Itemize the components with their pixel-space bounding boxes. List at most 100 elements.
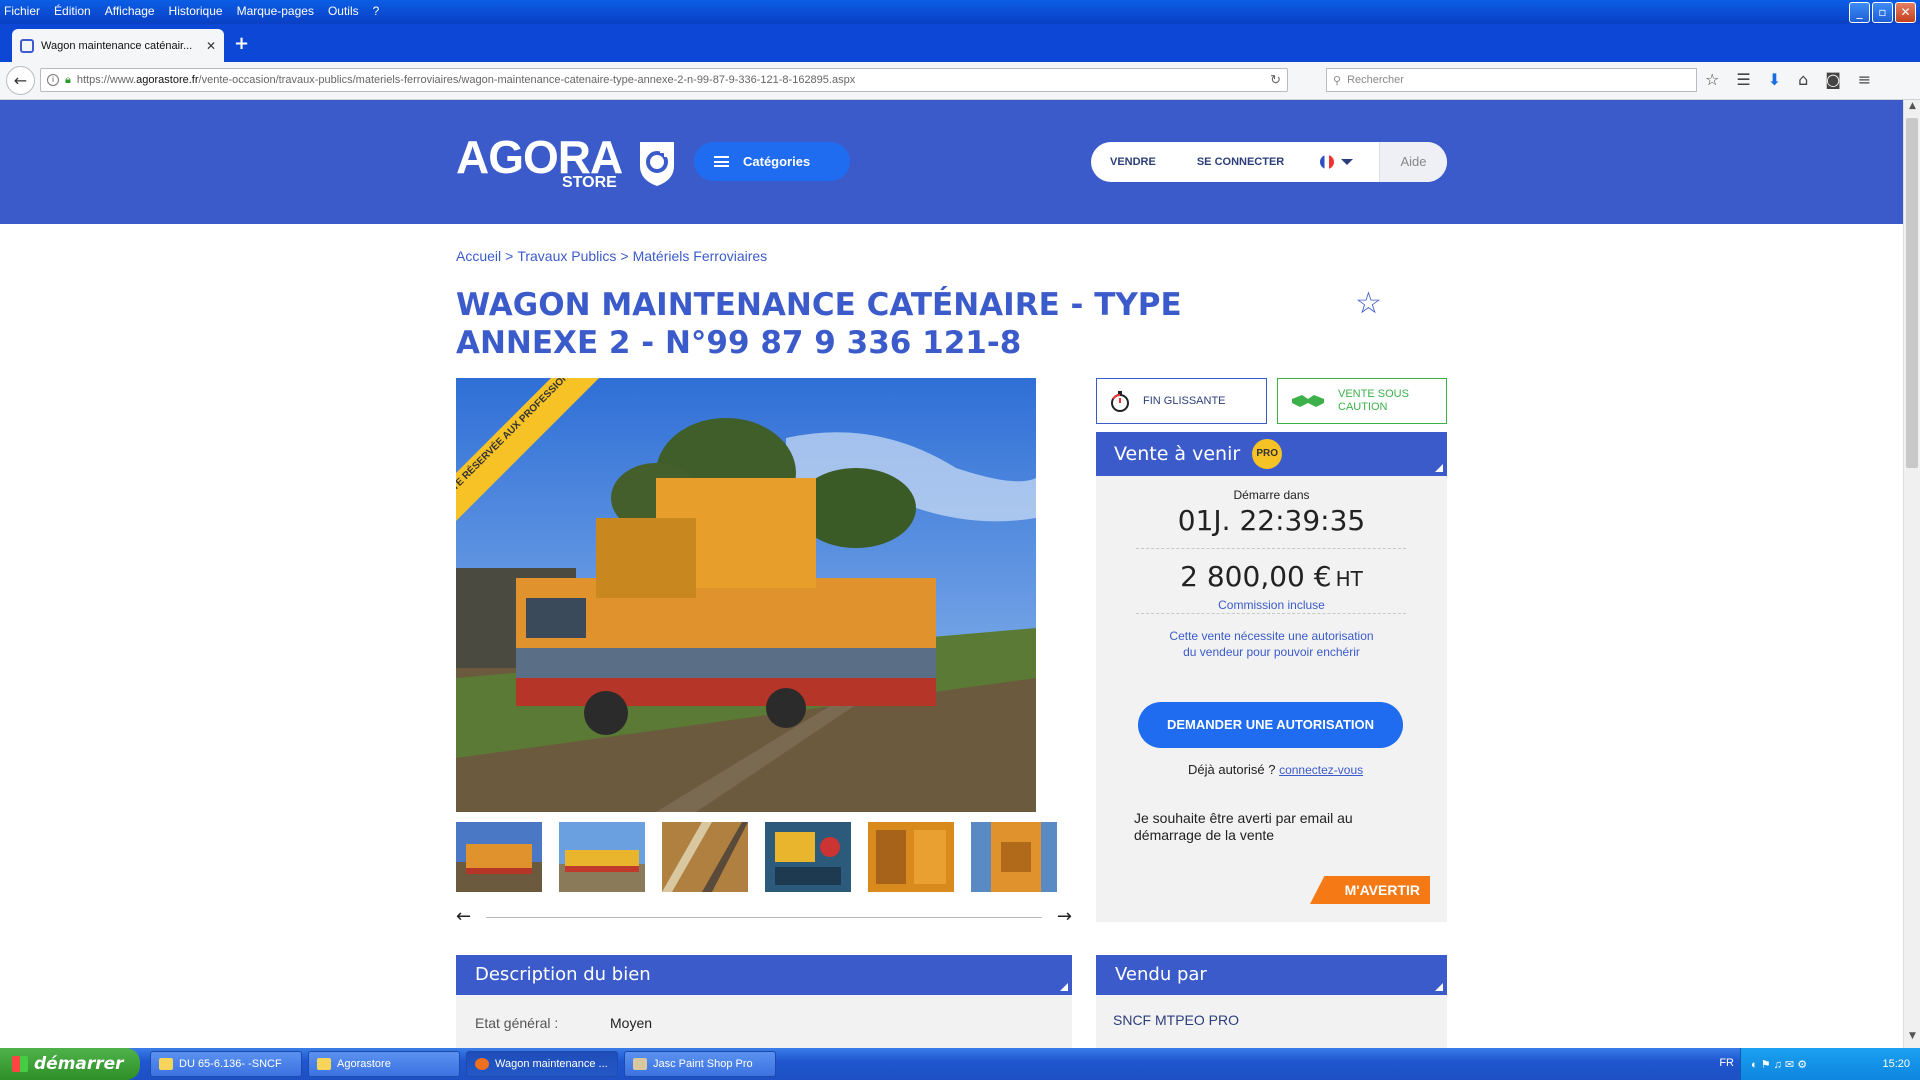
pocket-icon[interactable]: ◙ [1825, 70, 1841, 89]
tray-icons[interactable]: ◐ ⚑ ♫ ✉ ⚙ [1751, 1058, 1807, 1071]
request-authorization-button[interactable]: DEMANDER UNE AUTORISATION [1138, 702, 1403, 748]
categories-button[interactable]: Catégories [694, 142, 850, 181]
language-selector[interactable] [1320, 155, 1354, 169]
paint-shop-icon [633, 1058, 647, 1070]
sale-status-title: Vente à venir [1114, 443, 1241, 465]
maximize-button[interactable]: ▫ [1872, 2, 1893, 23]
tab-agorastore[interactable]: Wagon maintenance caténair... ✕ [12, 29, 224, 62]
fin-glissante-badge: FIN GLISSANTE [1096, 378, 1267, 424]
menu-bar: Fichier Édition Affichage Historique Mar… [4, 4, 379, 18]
menu-affichage[interactable]: Affichage [105, 4, 155, 18]
system-tray: ◐ ⚑ ♫ ✉ ⚙ 15:20 [1740, 1048, 1920, 1080]
countdown-timer: 01J. 22:39:35 [1177, 504, 1366, 537]
scrollbar-thumb[interactable] [1906, 118, 1918, 468]
new-tab-button[interactable]: + [234, 33, 249, 54]
thumbnail[interactable] [765, 822, 851, 892]
scroll-up-icon[interactable]: ▲ [1904, 101, 1920, 117]
chevron-down-icon [1341, 159, 1354, 165]
breadcrumb-materiels-ferroviaires[interactable]: Matériels Ferroviaires [633, 248, 768, 264]
breadcrumb-separator: > [620, 248, 629, 264]
menu-help[interactable]: ? [373, 4, 380, 18]
agora-store-logo[interactable]: AGORA STORE [456, 134, 674, 191]
arrow-right-icon[interactable]: → [1057, 906, 1072, 927]
divider [1136, 548, 1406, 549]
seller-title: Vendu par [1115, 964, 1207, 985]
close-window-button[interactable]: ✕ [1895, 2, 1916, 23]
taskbar-item[interactable]: Jasc Paint Shop Pro [624, 1051, 776, 1077]
firefox-icon [475, 1058, 489, 1070]
window-titlebar: Fichier Édition Affichage Historique Mar… [0, 0, 1920, 24]
download-icon[interactable]: ⬇ [1768, 70, 1781, 89]
clock: 15:20 [1882, 1058, 1910, 1070]
reading-list-icon[interactable]: ☰ [1736, 70, 1750, 89]
seller-header[interactable]: Vendu par [1096, 955, 1447, 995]
taskbar-item-label: Wagon maintenance ... [495, 1058, 608, 1070]
arrow-left-icon[interactable]: ← [456, 906, 471, 927]
seller-panel: Vendu par SNCF MTPEO PRO [1096, 955, 1447, 1048]
address-bar[interactable]: i 🔒︎ https://www.agorastore.fr/vente-occ… [40, 68, 1288, 92]
authorization-notice: Cette vente nécessite une autorisation d… [1169, 629, 1374, 659]
already-authorized: Déjà autorisé ? connectez-vous [1188, 762, 1363, 777]
thumbnail[interactable] [662, 822, 748, 892]
menu-edition[interactable]: Édition [54, 4, 91, 18]
stopwatch-icon [1111, 391, 1129, 412]
french-flag-icon [1320, 155, 1335, 169]
close-tab-icon[interactable]: ✕ [206, 39, 216, 53]
minimize-button[interactable]: _ [1849, 2, 1870, 23]
toolbar-icons: ☆ ☰ ⬇ ⌂ ◙ ≡ [1705, 70, 1871, 89]
menu-marque-pages[interactable]: Marque-pages [237, 4, 314, 18]
nav-login-link[interactable]: SE CONNECTER [1197, 156, 1284, 168]
info-icon[interactable]: i [47, 74, 59, 86]
back-button[interactable]: ← [6, 66, 35, 95]
breadcrumb-accueil[interactable]: Accueil [456, 248, 501, 264]
already-authorized-label: Déjà autorisé ? [1188, 762, 1276, 777]
taskbar-item-label: Agorastore [337, 1058, 391, 1070]
divider [1136, 613, 1406, 614]
menu-outils[interactable]: Outils [328, 4, 359, 18]
corner-triangle-icon [1060, 983, 1068, 991]
handshake-icon [1292, 395, 1324, 407]
sale-panel-header: Vente à venir PRO [1096, 432, 1447, 476]
description-header[interactable]: Description du bien [456, 955, 1072, 995]
breadcrumb-travaux-publics[interactable]: Travaux Publics [517, 248, 616, 264]
home-icon[interactable]: ⌂ [1798, 70, 1808, 89]
menu-fichier[interactable]: Fichier [4, 4, 40, 18]
breadcrumb-separator: > [505, 248, 514, 264]
scroll-down-icon[interactable]: ▼ [1904, 1031, 1920, 1047]
seller-name[interactable]: SNCF MTPEO PRO [1113, 1012, 1239, 1028]
thumbnail[interactable] [868, 822, 954, 892]
notify-me-button[interactable]: M'AVERTIR [1310, 876, 1430, 904]
login-link[interactable]: connectez-vous [1279, 763, 1363, 777]
thumbnail[interactable] [971, 822, 1057, 892]
corner-triangle-icon [1435, 983, 1443, 991]
commission-note: Commission incluse [1218, 598, 1325, 612]
caution-label: VENTE SOUS CAUTION [1338, 388, 1409, 413]
reload-icon[interactable]: ↻ [1270, 72, 1281, 88]
price-suffix: HT [1335, 567, 1363, 591]
search-input[interactable]: ⚲ Rechercher [1326, 68, 1697, 92]
page-scrollbar[interactable]: ▲ ▼ [1903, 100, 1920, 1048]
star-icon[interactable]: ☆ [1705, 70, 1719, 89]
menu-historique[interactable]: Historique [169, 4, 223, 18]
sale-panel: Vente à venir PRO Démarre dans 01J. 22:3… [1096, 432, 1447, 922]
caution-badge: VENTE SOUS CAUTION [1277, 378, 1447, 424]
favorite-star-icon[interactable]: ☆ [1355, 286, 1382, 321]
thumbnail-strip [456, 822, 1057, 892]
header-nav: VENDRE SE CONNECTER Aide [1091, 142, 1447, 182]
start-button[interactable]: démarrer [0, 1048, 140, 1080]
taskbar-item[interactable]: DU 65-6.136- -SNCF [150, 1051, 302, 1077]
description-title: Description du bien [475, 964, 651, 985]
taskbar-item[interactable]: Agorastore [308, 1051, 460, 1077]
language-indicator[interactable]: FR [1719, 1057, 1734, 1069]
page-content: AGORA STORE Catégories VENDRE SE CONNECT… [0, 100, 1903, 1048]
url-text: https://www.agorastore.fr/vente-occasion… [76, 74, 856, 86]
thumbnail[interactable] [559, 822, 645, 892]
nav-sell-link[interactable]: VENDRE [1110, 156, 1156, 168]
alert-text: Je souhaite être averti par email au dém… [1134, 810, 1353, 843]
taskbar-item-active[interactable]: Wagon maintenance ... [466, 1051, 618, 1077]
menu-icon[interactable]: ≡ [1858, 70, 1871, 89]
carousel-navigation: ← → [456, 906, 1072, 928]
window-controls: _ ▫ ✕ [1849, 2, 1916, 23]
help-link[interactable]: Aide [1379, 142, 1447, 182]
thumbnail[interactable] [456, 822, 542, 892]
